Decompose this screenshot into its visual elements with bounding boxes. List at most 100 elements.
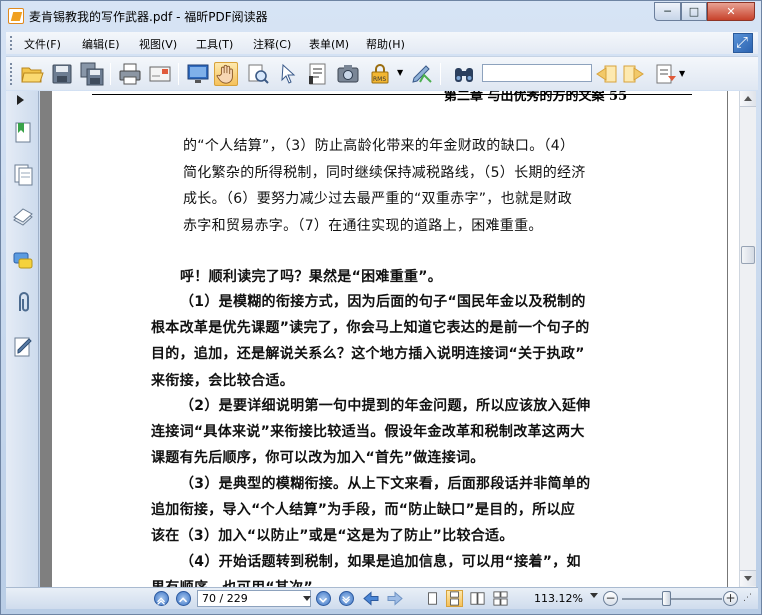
print-icon[interactable]: [118, 62, 142, 86]
menu-edit[interactable]: 编辑(E): [82, 36, 120, 52]
zoom-in-button[interactable]: +: [723, 591, 738, 606]
text-select-icon[interactable]: [306, 62, 330, 86]
text-line: 追加衔接，导入“个人结算”为手段，而“防止缺口”是目的，所以应: [151, 502, 576, 518]
menu-tools[interactable]: 工具(T): [196, 36, 233, 52]
select-arrow-icon[interactable]: [276, 62, 300, 86]
zoom-dropdown-icon[interactable]: [590, 593, 598, 598]
last-page-button[interactable]: [339, 591, 354, 606]
text-line: 根本改革是优先课题”读完了，你会马上知道它表达的是前一个句子的: [151, 320, 590, 336]
fullscreen-icon[interactable]: [186, 62, 210, 86]
hand-tool-icon: [216, 64, 233, 84]
find-options-icon[interactable]: [654, 62, 678, 86]
last-page-icon: [342, 596, 350, 604]
text-line: （3）是典型的模糊衔接。从上下文来看，后面那段话并非简单的: [180, 476, 591, 492]
facing-view-button[interactable]: [469, 590, 486, 607]
toolbar-grip-icon[interactable]: [10, 63, 13, 85]
text-line: 呼！顺利读完了吗？果然是“困难重重”。: [180, 269, 443, 285]
text-line: 课题有先后顺序，你可以改为加入“首先”做连接词。: [151, 450, 485, 466]
previous-page-button[interactable]: [176, 591, 191, 606]
text-line: （4）开始话题转到税制，如果是追加信息，可以用“接着”，如: [180, 554, 581, 570]
comments-icon[interactable]: [12, 249, 34, 273]
hand-tool-button[interactable]: [214, 62, 238, 86]
minimize-button[interactable]: ─: [654, 2, 681, 21]
continuous-facing-icon: [493, 591, 508, 606]
zoom-slider-track[interactable]: [622, 598, 722, 600]
continuous-page-icon: [450, 591, 459, 606]
find-prev-icon[interactable]: [594, 62, 618, 86]
signatures-icon[interactable]: [12, 335, 34, 359]
zoom-tool-icon[interactable]: [246, 62, 270, 86]
resize-grip-icon[interactable]: ⋰: [743, 593, 752, 603]
menu-comments[interactable]: 注释(C): [253, 36, 291, 52]
menu-help[interactable]: 帮助(H): [366, 36, 405, 52]
snapshot-icon[interactable]: [336, 62, 360, 86]
text-line: 赤字和贸易赤字。（7）在通往实现的道路上，困难重重。: [183, 218, 543, 234]
foxit-app-icon: [8, 8, 24, 24]
page-dropdown-icon[interactable]: [301, 590, 312, 607]
single-page-view-button[interactable]: [424, 590, 441, 607]
text-line: 该在（3）加入“以防止”或是“这是为了防止”比较合适。: [151, 528, 514, 544]
text-line: 目的，追加，还是解说关系么？这个地方插入说明连接词“关于执政”: [151, 346, 585, 362]
go-back-arrow-icon[interactable]: [362, 590, 380, 607]
scroll-up-button[interactable]: [740, 91, 756, 107]
running-header: 第二章 与出优秀的方的文案 55: [444, 91, 628, 104]
toolbar: RMS ▼ ▼: [6, 56, 758, 90]
find-next-icon[interactable]: [622, 62, 646, 86]
status-bar: 70 / 229 113.12% − + ⋰: [6, 587, 758, 609]
find-options-dropdown-icon[interactable]: ▼: [679, 69, 685, 78]
text-line: 简化繁杂的所得税制，同时继续保持减税路线，（5）长期的经济: [183, 165, 586, 181]
rms-lock-icon[interactable]: RMS: [368, 62, 392, 86]
rms-dropdown-icon[interactable]: ▼: [397, 68, 403, 77]
close-button[interactable]: ✕: [707, 2, 755, 21]
layers-icon[interactable]: [12, 205, 34, 229]
menu-file[interactable]: 文件(F): [24, 36, 61, 52]
expand-window-icon[interactable]: [733, 33, 753, 53]
vertical-scrollbar[interactable]: [739, 91, 756, 587]
page-gutter: [40, 91, 52, 587]
text-line: （1）是模糊的衔接方式，因为后面的句子“国民年金以及税制的: [180, 294, 586, 310]
toolbar-separator: [178, 63, 179, 85]
save-icon[interactable]: [50, 62, 74, 86]
find-input[interactable]: [482, 64, 592, 82]
zoom-level[interactable]: 113.12%: [534, 592, 583, 605]
pages-icon[interactable]: [12, 163, 34, 187]
attachments-icon[interactable]: [12, 291, 34, 315]
single-page-icon: [428, 592, 437, 605]
window-title: 麦肯锡教我的写作武器.pdf - 福昕PDF阅读器: [29, 10, 268, 24]
title-bar: 麦肯锡教我的写作武器.pdf - 福昕PDF阅读器 ─ □ ✕: [1, 1, 761, 31]
save-as-icon[interactable]: [80, 62, 104, 86]
menu-view[interactable]: 视图(V): [139, 36, 177, 52]
continuous-facing-view-button[interactable]: [492, 590, 509, 607]
sign-icon[interactable]: [410, 62, 434, 86]
email-icon[interactable]: [148, 62, 172, 86]
previous-page-icon: [179, 597, 188, 603]
zoom-slider-thumb[interactable]: [661, 591, 671, 606]
zoom-out-button[interactable]: −: [603, 591, 618, 606]
toolbar-separator: [110, 63, 111, 85]
continuous-view-button[interactable]: [446, 590, 463, 607]
next-page-button[interactable]: [316, 591, 331, 606]
menubar-grip-icon[interactable]: [10, 36, 13, 50]
text-line: 来衔接，会比较合适。: [151, 373, 294, 389]
menu-bar: 文件(F) 编辑(E) 视图(V) 工具(T) 注释(C) 表单(M) 帮助(H…: [6, 32, 758, 54]
bookmarks-icon[interactable]: [12, 121, 34, 145]
first-page-icon: [157, 597, 165, 605]
text-line: 成长。（6）要努力减少过去最严重的“双重赤字”，也就是财政: [183, 191, 573, 207]
panel-expand-arrow-icon[interactable]: [17, 95, 24, 105]
next-page-icon: [319, 597, 328, 603]
app-window: 麦肯锡教我的写作武器.pdf - 福昕PDF阅读器 ─ □ ✕ 文件(F) 编辑…: [0, 0, 762, 615]
text-line: 果有顺序，也可用“其次”。: [151, 577, 327, 587]
maximize-button[interactable]: □: [681, 2, 707, 21]
scroll-down-button[interactable]: [740, 570, 756, 586]
toolbar-separator: [440, 63, 441, 85]
binoculars-icon[interactable]: [452, 62, 476, 86]
menu-forms[interactable]: 表单(M): [309, 36, 349, 52]
header-rule: [92, 94, 692, 95]
open-icon[interactable]: [20, 62, 44, 86]
document-viewport[interactable]: 第二章 与出优秀的方的文案 55 的“个人结算”，（3）防止高龄化带来的年金财政…: [40, 91, 739, 587]
first-page-button[interactable]: [154, 591, 169, 606]
page-number-input[interactable]: 70 / 229: [197, 590, 311, 607]
navigation-panel: [6, 91, 39, 587]
go-forward-arrow-icon[interactable]: [386, 590, 404, 607]
scroll-thumb[interactable]: [741, 246, 755, 264]
